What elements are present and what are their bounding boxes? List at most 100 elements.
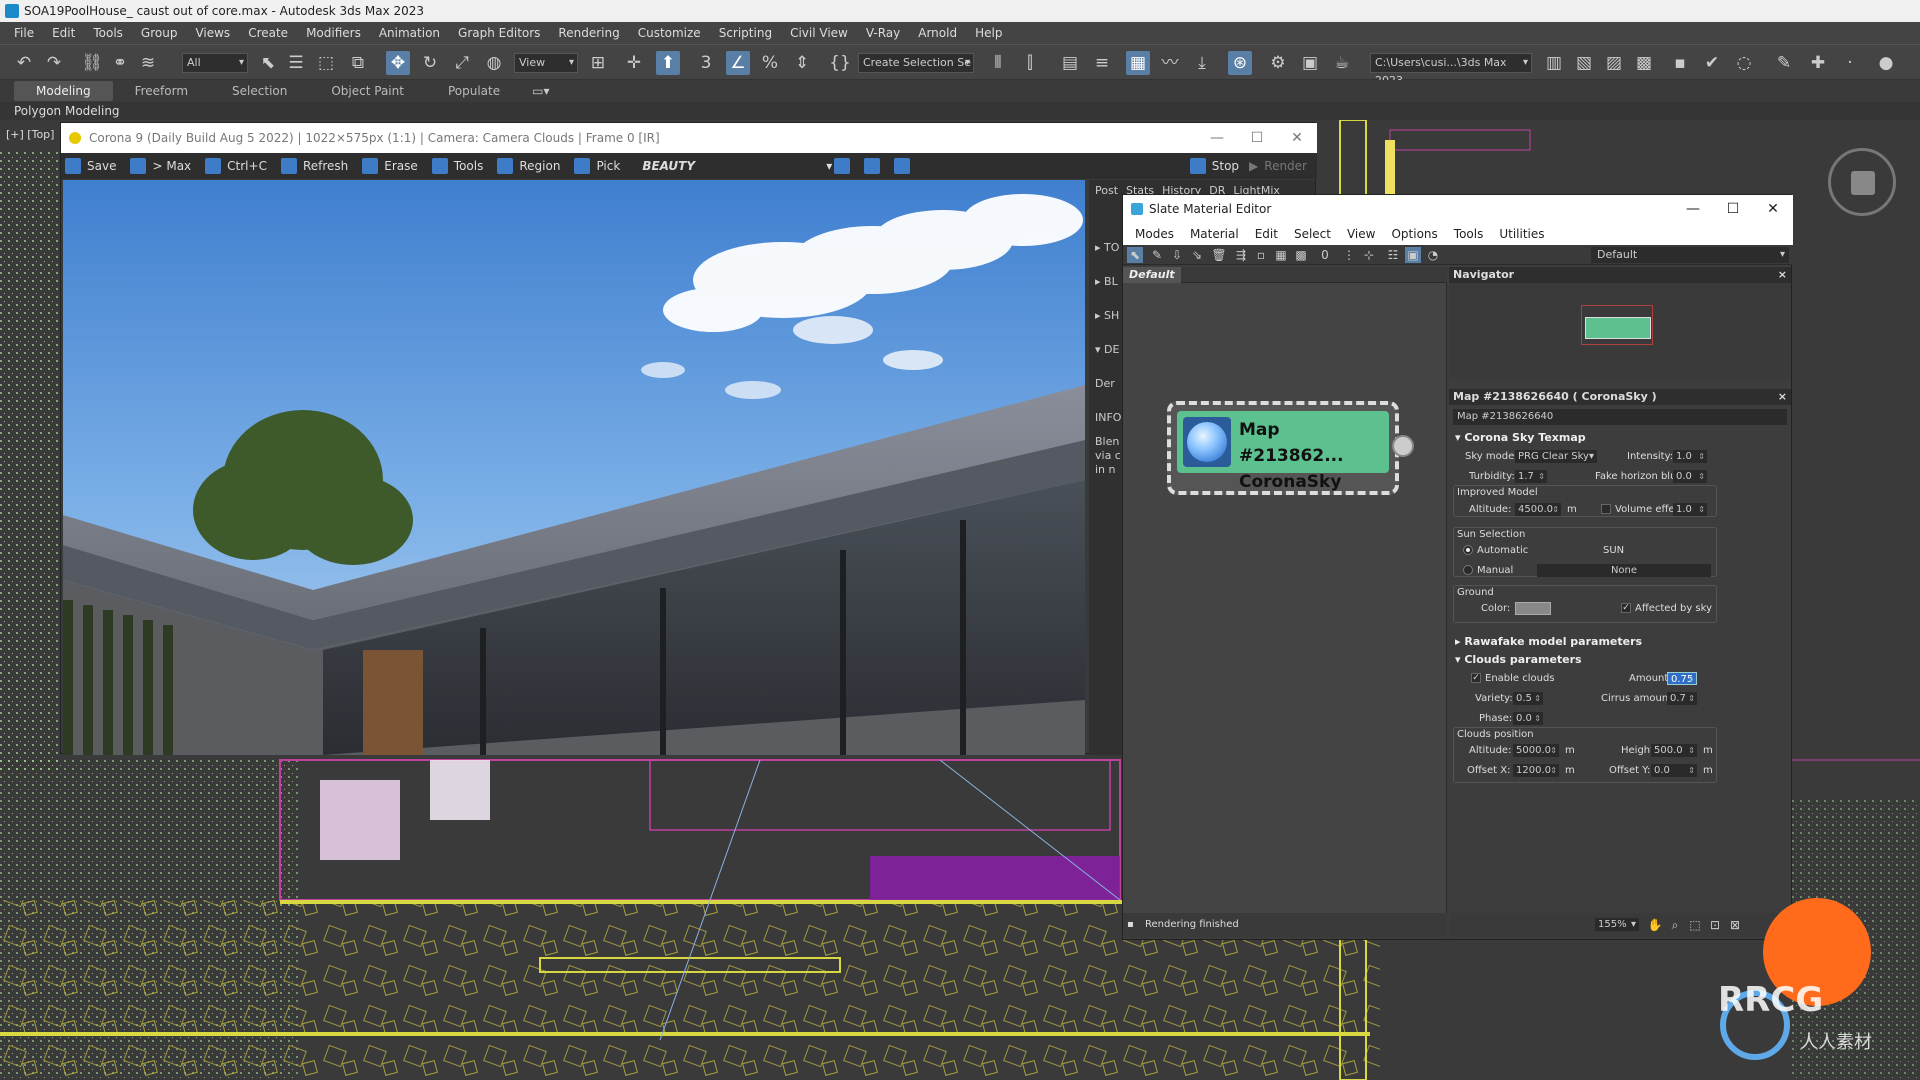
select-move-icon[interactable]: ✥ bbox=[386, 51, 410, 75]
select-tool-icon[interactable]: ⬉ bbox=[1127, 247, 1143, 263]
manual-radio[interactable] bbox=[1463, 565, 1473, 575]
menu-customize[interactable]: Customize bbox=[634, 26, 715, 40]
vfb-refresh-button[interactable]: Refresh bbox=[277, 158, 348, 174]
slate-close-icon[interactable]: ✕ bbox=[1753, 195, 1793, 223]
undo-icon[interactable]: ↶ bbox=[12, 51, 36, 75]
slate-menu-select[interactable]: Select bbox=[1286, 227, 1339, 241]
select-by-name-icon[interactable]: ☰ bbox=[284, 51, 308, 75]
cloud-amount-spinner[interactable]: 0.75 bbox=[1667, 672, 1697, 686]
vfb-tab-post[interactable]: Post bbox=[1095, 184, 1118, 197]
affected-by-sky-checkbox[interactable]: ✓ bbox=[1621, 603, 1631, 613]
minimize-icon[interactable]: — bbox=[1197, 123, 1237, 153]
zoom-extents-selected-icon[interactable]: ⊠ bbox=[1727, 917, 1743, 933]
sync-icon[interactable]: ◌ bbox=[1732, 51, 1756, 75]
show-background-icon[interactable]: ▩ bbox=[1293, 247, 1309, 263]
material-editor-icon[interactable]: ⊛ bbox=[1228, 51, 1252, 75]
align-icon[interactable]: ⫿ bbox=[1018, 51, 1042, 75]
rect-select-region-icon[interactable]: ⬚ bbox=[314, 51, 338, 75]
redo-icon[interactable]: ↷ bbox=[42, 51, 66, 75]
viewport-label[interactable]: [+] [Top] bbox=[6, 128, 54, 141]
ribbon-tab-selection[interactable]: Selection bbox=[210, 81, 309, 101]
material-parameter-editor-icon[interactable]: ☷ bbox=[1385, 247, 1401, 263]
menu-help[interactable]: Help bbox=[971, 26, 1016, 40]
intensity-spinner[interactable]: 1.0 bbox=[1673, 450, 1707, 463]
rollout-corona-sky-texmap[interactable]: ▾ Corona Sky Texmap bbox=[1455, 431, 1586, 444]
viewcube-compass[interactable] bbox=[1828, 148, 1896, 216]
phase-spinner[interactable]: 0.0 bbox=[1513, 712, 1543, 725]
percent-snap-icon[interactable]: % bbox=[758, 51, 782, 75]
container-close-icon[interactable]: ▨ bbox=[1602, 51, 1626, 75]
view-tab-default[interactable]: Default bbox=[1123, 267, 1181, 283]
save-layout-icon[interactable]: ▪ bbox=[1668, 51, 1692, 75]
hide-unused-slots-icon[interactable]: ▫ bbox=[1253, 247, 1269, 263]
dot-icon[interactable]: · bbox=[1838, 51, 1862, 75]
slate-menu-edit[interactable]: Edit bbox=[1247, 227, 1286, 241]
window-crossing-icon[interactable]: ⧉ bbox=[346, 51, 370, 75]
corona-sky-node[interactable]: Map #213862... CoronaSky bbox=[1167, 401, 1414, 495]
slate-menu-modes[interactable]: Modes bbox=[1127, 227, 1182, 241]
menu-create[interactable]: Create bbox=[244, 26, 302, 40]
menu-scripting[interactable]: Scripting bbox=[715, 26, 786, 40]
slate-view-dropdown[interactable]: Default bbox=[1591, 247, 1789, 263]
layout-all-vertical-icon[interactable]: ⋮ bbox=[1341, 247, 1357, 263]
menu-modifiers[interactable]: Modifiers bbox=[302, 26, 375, 40]
node-output-port[interactable] bbox=[1392, 435, 1414, 457]
ribbon-options-icon[interactable]: ▭▾ bbox=[532, 84, 549, 98]
brush-icon[interactable]: ✎ bbox=[1772, 51, 1796, 75]
fake-horizon-blur-spinner[interactable]: 0.0 bbox=[1673, 470, 1707, 483]
sky-model-dropdown[interactable]: PRG Clear Sky ▾ bbox=[1515, 450, 1597, 463]
variety-spinner[interactable]: 0.5 bbox=[1513, 692, 1543, 705]
vfb-erase-button[interactable]: Erase bbox=[358, 158, 418, 174]
slate-menu-view[interactable]: View bbox=[1339, 227, 1383, 241]
spinner-snap-icon[interactable]: ⇕ bbox=[790, 51, 814, 75]
layer-explorer-icon[interactable]: ≡ bbox=[1090, 51, 1114, 75]
menu-rendering[interactable]: Rendering bbox=[554, 26, 633, 40]
turbidity-spinner[interactable]: 1.7 bbox=[1515, 470, 1547, 483]
ok-check-icon[interactable]: ✔ bbox=[1700, 51, 1724, 75]
zoom-in-icon[interactable] bbox=[832, 158, 852, 174]
link-icon[interactable]: ⛓ bbox=[80, 51, 104, 75]
menu-civil-view[interactable]: Civil View bbox=[786, 26, 862, 40]
maximize-icon[interactable]: ☐ bbox=[1237, 123, 1277, 153]
container-update-icon[interactable]: ▩ bbox=[1632, 51, 1656, 75]
vfb-pick-button[interactable]: Pick bbox=[570, 158, 620, 174]
project-folder-dropdown[interactable]: C:\Users\cusi...\3ds Max 2023 bbox=[1370, 53, 1532, 87]
zoom-fit-icon[interactable] bbox=[892, 158, 912, 174]
rendered-frame-window-icon[interactable]: ▣ bbox=[1298, 51, 1322, 75]
offset-y-spinner[interactable]: 0.0 bbox=[1651, 764, 1697, 777]
menu-edit[interactable]: Edit bbox=[48, 26, 89, 40]
param-close-icon[interactable]: × bbox=[1778, 389, 1787, 405]
render-setup-icon[interactable]: ⚙ bbox=[1266, 51, 1290, 75]
container-open-icon[interactable]: ▧ bbox=[1572, 51, 1596, 75]
ribbon-tab-object-paint[interactable]: Object Paint bbox=[309, 81, 426, 101]
put-to-scene-icon[interactable]: ⇩ bbox=[1169, 247, 1185, 263]
nav-icon[interactable]: ◔ bbox=[1425, 247, 1441, 263]
select-object-icon[interactable]: ⬉ bbox=[256, 51, 280, 75]
zoom-out-icon[interactable] bbox=[862, 158, 882, 174]
slate-menu-utilities[interactable]: Utilities bbox=[1491, 227, 1552, 241]
offset-x-spinner[interactable]: 1200.0 bbox=[1513, 764, 1559, 777]
angle-snap-icon[interactable]: ∠ bbox=[726, 51, 750, 75]
pick-material-icon[interactable]: ✎ bbox=[1149, 247, 1165, 263]
mirror-icon[interactable]: ⫴ bbox=[986, 51, 1010, 75]
assign-to-selection-icon[interactable]: ⇘ bbox=[1189, 247, 1205, 263]
render-production-icon[interactable]: ☕ bbox=[1330, 51, 1354, 75]
slate-menu-tools[interactable]: Tools bbox=[1446, 227, 1492, 241]
close-icon[interactable]: ✕ bbox=[1277, 123, 1317, 153]
scene-explorer-icon[interactable]: ▤ bbox=[1058, 51, 1082, 75]
delete-selected-icon[interactable]: 🗑 bbox=[1211, 247, 1227, 263]
menu-file[interactable]: File bbox=[10, 26, 48, 40]
slate-minimize-icon[interactable]: — bbox=[1673, 195, 1713, 223]
vfb-tools-button[interactable]: Tools bbox=[428, 158, 483, 174]
gizmo-circle-icon[interactable]: ● bbox=[1874, 51, 1898, 75]
map-name-field[interactable]: Map #2138626640 bbox=[1453, 409, 1787, 425]
clouds-altitude-spinner[interactable]: 5000.0 bbox=[1513, 744, 1559, 757]
select-scale-icon[interactable]: ⤢ bbox=[450, 51, 474, 75]
rollout-clouds-parameters[interactable]: ▾ Clouds parameters bbox=[1455, 653, 1582, 666]
slate-menu-material[interactable]: Material bbox=[1182, 227, 1247, 241]
sky-altitude-spinner[interactable]: 4500.0 bbox=[1515, 503, 1561, 516]
zoom-region-icon[interactable]: ⬚ bbox=[1687, 917, 1703, 933]
ribbon-tab-populate[interactable]: Populate bbox=[426, 81, 522, 101]
named-selection-set-dropdown[interactable]: Create Selection Se bbox=[858, 53, 974, 73]
vfb-stop-button[interactable]: Stop bbox=[1186, 158, 1239, 174]
